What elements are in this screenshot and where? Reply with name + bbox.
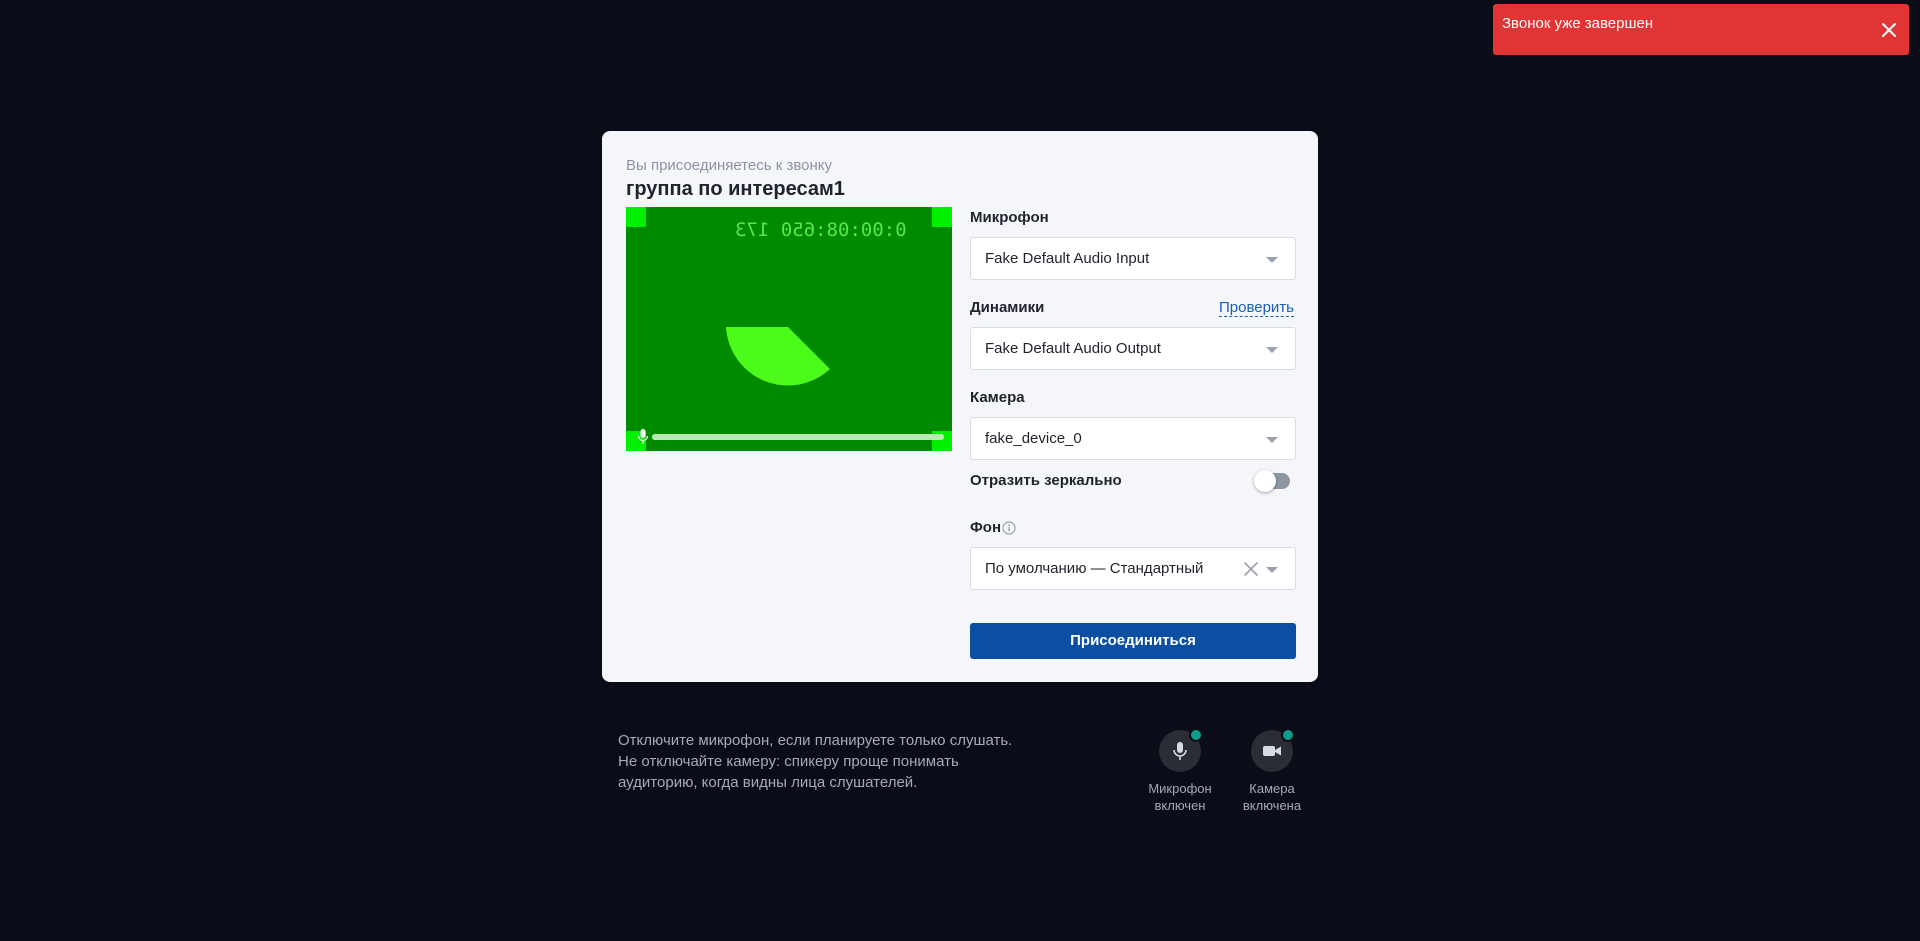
mirror-toggle[interactable] [1254, 470, 1290, 492]
chevron-down-icon [1266, 257, 1278, 263]
camera-status-line: Камера [1249, 781, 1295, 796]
camera-select[interactable]: fake_device_0 [970, 417, 1296, 460]
hint-line: аудиторию, когда видны лица слушателей. [618, 774, 918, 791]
camera-toggle-button[interactable]: Камера включена [1227, 728, 1317, 814]
microphone-status-label: Микрофон включен [1135, 780, 1225, 814]
video-camera-icon [1263, 746, 1281, 756]
camera-preview: 0:00:08:650 173 [626, 207, 952, 451]
speakers-select[interactable]: Fake Default Audio Output [970, 327, 1296, 370]
hint-line: Отключите микрофон, если планируете толь… [618, 732, 1013, 749]
camera-status-label: Камера включена [1227, 780, 1317, 814]
chevron-down-icon [1266, 437, 1278, 443]
join-subtitle: Вы присоединяетесь к звонку [626, 157, 832, 174]
corner-marker [932, 207, 952, 227]
mic-level-bar [652, 434, 944, 440]
status-dot [1281, 728, 1295, 742]
speakers-select-value: Fake Default Audio Output [985, 340, 1161, 357]
background-label: Фон [970, 519, 1002, 536]
test-speakers-link[interactable]: Проверить [1218, 299, 1294, 317]
microphone-toggle-button[interactable]: Микрофон включен [1135, 728, 1225, 814]
test-pattern-shape [726, 327, 830, 386]
microphone-label: Микрофон [970, 209, 1049, 226]
corner-marker [626, 207, 646, 227]
toast-message: Звонок уже завершен [1502, 15, 1654, 32]
hint-text: Отключите микрофон, если планируете толь… [618, 730, 1038, 793]
camera-select-value: fake_device_0 [985, 430, 1082, 447]
mic-level-fill [652, 434, 944, 440]
microphone-status-line: Микрофон [1148, 781, 1212, 796]
camera-control-circle[interactable] [1251, 728, 1295, 772]
microphone-status-line: включен [1154, 798, 1206, 813]
camera-label: Камера [970, 389, 1025, 406]
microphone-icon [637, 429, 649, 444]
chevron-down-icon [1266, 347, 1278, 353]
preview-timestamp: 0:00:08:650 173 [735, 219, 907, 241]
error-toast: Звонок уже завершен [1493, 4, 1909, 55]
clear-icon[interactable] [1243, 561, 1259, 577]
background-select[interactable]: По умолчанию — Стандартный [970, 547, 1296, 590]
close-icon[interactable] [1881, 22, 1897, 38]
speakers-label: Динамики [970, 299, 1045, 316]
mirror-label: Отразить зеркально [970, 472, 1122, 489]
call-title: группа по интересам1 [626, 178, 845, 200]
microphone-select[interactable]: Fake Default Audio Input [970, 237, 1296, 280]
microphone-select-value: Fake Default Audio Input [985, 250, 1150, 267]
toggle-knob [1254, 470, 1276, 492]
hint-line: Не отключайте камеру: спикеру проще пони… [618, 753, 959, 770]
microphone-control-circle[interactable] [1159, 728, 1203, 772]
microphone-icon [1173, 742, 1187, 760]
status-dot [1189, 728, 1203, 742]
info-icon[interactable] [1002, 521, 1016, 535]
camera-status-line: включена [1242, 798, 1302, 813]
chevron-down-icon [1266, 567, 1278, 573]
join-call-card: Вы присоединяетесь к звонку группа по ин… [602, 131, 1318, 682]
background-select-value: По умолчанию — Стандартный [985, 560, 1204, 577]
join-button[interactable]: Присоединиться [970, 623, 1296, 659]
